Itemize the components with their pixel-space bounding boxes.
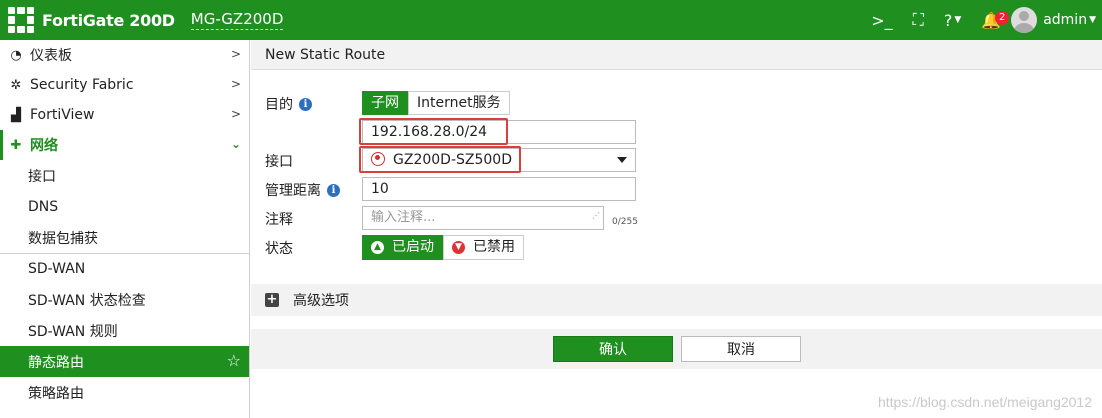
sidebar-subitem-interfaces[interactable]: 接口 [0, 160, 249, 191]
chevron-right-icon: > [230, 77, 241, 91]
chevron-down-icon: ⌄ [230, 137, 241, 151]
destination-label: 目的 i [265, 94, 312, 114]
sidebar-item-label: Security Fabric [30, 77, 134, 93]
cli-icon[interactable]: >_ [861, 0, 902, 40]
distance-input[interactable]: 10 [362, 177, 636, 201]
fortinet-logo-icon [8, 7, 34, 33]
help-icon[interactable]: ? ▼ [934, 0, 971, 40]
destination-type-toggle: 子网 Internet服务 [362, 91, 510, 115]
comment-textarea[interactable]: 输入注释... ⋰ [362, 206, 604, 230]
plus-icon: + [265, 292, 279, 307]
sidebar-item-dashboard[interactable]: ◔ 仪表板 > [0, 40, 249, 70]
user-name: admin [1043, 12, 1088, 28]
sidebar-subitem-policy-routes[interactable]: 策略路由 [0, 377, 249, 408]
interface-label: 接口 [265, 154, 293, 170]
subnet-highlight [359, 118, 508, 145]
chevron-down-icon [617, 157, 627, 163]
status-label: 状态 [265, 241, 293, 257]
sidebar-subitem-packet-capture[interactable]: 数据包捕获 [0, 222, 249, 253]
sidebar-item-label: 仪表板 [30, 48, 72, 64]
logo[interactable]: FortiGate 200D [8, 7, 175, 33]
sidebar-subitem-sdwan[interactable]: SD-WAN [0, 253, 249, 284]
dashboard-icon: ◔ [10, 47, 22, 63]
sidebar-subitem-sdwan-health[interactable]: SD-WAN 状态检查 [0, 284, 249, 315]
comment-label: 注释 [265, 212, 293, 228]
notification-badge: 2 [995, 11, 1010, 25]
info-icon[interactable]: i [327, 183, 340, 197]
distance-label: 管理距离 i [265, 180, 340, 200]
sidebar-item-fortiview[interactable]: ▟ FortiView > [0, 100, 249, 130]
sidebar-item-label: 静态路由 [28, 354, 84, 371]
resize-handle-icon[interactable]: ⋰ [592, 205, 600, 227]
avatar [1011, 7, 1038, 33]
ok-button[interactable]: 确认 [553, 336, 673, 362]
network-icon: ✚ [10, 137, 22, 153]
page-title: New Static Route [251, 40, 1102, 70]
sidebar-item-network[interactable]: ✚ 网络 ⌄ [0, 130, 249, 160]
bell-icon[interactable]: 🔔 2 [971, 0, 1011, 40]
status-disabled-button[interactable]: ▼ 已禁用 [443, 235, 524, 260]
sidebar: ◔ 仪表板 > ✲ Security Fabric > ▟ FortiView … [0, 40, 250, 418]
sidebar-item-label: 网络 [30, 138, 58, 154]
watermark: https://blog.csdn.net/meigang2012 [877, 394, 1092, 410]
form-footer: 确认 取消 [251, 329, 1102, 369]
sidebar-subitem-sdwan-rules[interactable]: SD-WAN 规则 [0, 315, 249, 346]
status-enabled-button[interactable]: ▲ 已启动 [362, 235, 443, 260]
sidebar-item-security-fabric[interactable]: ✲ Security Fabric > [0, 70, 249, 100]
interface-highlight [359, 146, 521, 173]
chevron-right-icon: > [230, 107, 241, 121]
top-bar: FortiGate 200D MG-GZ200D >_ ⛶ ? ▼ 🔔 2 adm… [0, 0, 1102, 40]
sidebar-subitem-dns[interactable]: DNS [0, 191, 249, 222]
main-panel: New Static Route 目的 i 子网 Internet服务 192.… [251, 40, 1102, 418]
fabric-icon: ✲ [10, 77, 22, 93]
dest-option-subnet[interactable]: 子网 [362, 91, 408, 115]
sidebar-item-label: FortiView [30, 107, 95, 123]
chevron-down-icon: ▼ [1089, 15, 1096, 25]
advanced-options[interactable]: + 高级选项 [251, 284, 1102, 316]
brand-name: FortiGate 200D [42, 10, 175, 30]
hostname[interactable]: MG-GZ200D [190, 10, 284, 30]
info-icon[interactable]: i [299, 97, 312, 111]
chart-icon: ▟ [11, 107, 21, 123]
fullscreen-icon[interactable]: ⛶ [903, 0, 934, 40]
star-icon[interactable]: ☆ [227, 351, 241, 370]
arrow-down-icon: ▼ [452, 241, 465, 254]
chevron-right-icon: > [230, 47, 241, 61]
cancel-button[interactable]: 取消 [681, 336, 801, 362]
user-menu[interactable]: admin ▼ [1011, 7, 1102, 33]
arrow-up-icon: ▲ [371, 241, 384, 254]
status-toggle: ▲ 已启动 ▼ 已禁用 [362, 235, 524, 260]
comment-counter: 0/255 [612, 217, 638, 227]
dest-option-internet-service[interactable]: Internet服务 [408, 91, 510, 115]
sidebar-subitem-static-routes[interactable]: 静态路由 ☆ [0, 346, 249, 377]
